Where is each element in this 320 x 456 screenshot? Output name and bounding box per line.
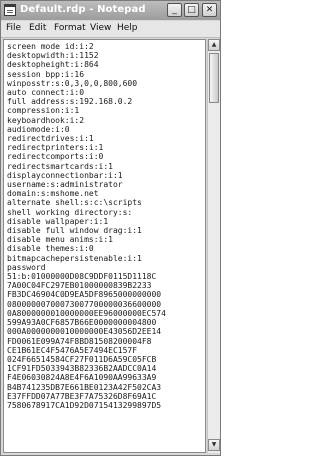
- menu-format[interactable]: Format: [54, 23, 86, 33]
- minimize-button[interactable]: _: [167, 3, 182, 17]
- text-line: session bpp:i:16: [7, 69, 85, 79]
- text-line: password: [7, 262, 46, 272]
- title-bar[interactable]: Default.rdp - Notepad _ □ ✕: [1, 1, 220, 20]
- window-title: Default.rdp - Notepad: [20, 4, 146, 15]
- text-line: B4B741235DB7E661BE0123A42F502CA3: [7, 382, 162, 392]
- text-line: 08000000700073007700000036600000: [7, 299, 162, 309]
- text-line: username:s:administrator: [7, 180, 123, 190]
- text-line: shell working directory:s:: [7, 207, 133, 217]
- text-line: redirectcomports:i:0: [7, 152, 104, 162]
- text-editor[interactable]: screen mode id:i:2 desktopwidth:i:1152 des…: [3, 39, 206, 453]
- text-line: full address:s:192.168.0.2: [7, 97, 133, 107]
- text-line: 1CF91FD5033943B82336B2AADCC0A14: [7, 364, 157, 374]
- text-line: audiomode:i:0: [7, 124, 70, 134]
- text-line: 7580678917CA1D92D0715413299897D5: [7, 400, 162, 410]
- menu-bar: File Edit Format View Help: [1, 21, 220, 38]
- menu-file[interactable]: File: [6, 23, 21, 33]
- text-line: desktopwidth:i:1152: [7, 51, 99, 61]
- text-line: domain:s:mshome.net: [7, 189, 99, 199]
- document-text: screen mode id:i:2 desktopwidth:i:1152 des…: [7, 42, 166, 410]
- vertical-scrollbar[interactable]: ▲ ▼: [207, 39, 220, 453]
- text-line: CE1B61EC4F5476A5E7494EC157F: [7, 345, 138, 355]
- scroll-down-arrow-icon[interactable]: ▼: [208, 439, 220, 451]
- text-line: FD0061E099A74F8BD81508200004F8: [7, 336, 152, 346]
- text-line: alternate shell:s:c:\scripts: [7, 198, 142, 208]
- text-line: 599A93A0CF6857B66E0000000004800: [7, 318, 157, 328]
- text-line: disable full window drag:i:1: [7, 226, 142, 236]
- maximize-button[interactable]: □: [184, 3, 199, 17]
- text-line: displayconnectionbar:i:1: [7, 170, 123, 180]
- text-line: E37FFDD07A77BE3F7A75326D8F69A1C: [7, 391, 157, 401]
- text-line: F4E06030824A8E4F6A1090AA99633A9: [7, 373, 157, 383]
- text-line: FB3DC46904C0D9EA5DF8965000000000: [7, 290, 162, 300]
- text-line: redirectdrives:i:1: [7, 134, 94, 144]
- scroll-up-arrow-icon[interactable]: ▲: [208, 39, 220, 51]
- text-line: keyboardhook:i:2: [7, 115, 85, 125]
- close-button[interactable]: ✕: [202, 3, 217, 17]
- text-line: disable themes:i:0: [7, 244, 94, 254]
- text-line: 0A8000000010000000EE96000000EC574: [7, 308, 166, 318]
- text-line: disable wallpaper:i:1: [7, 216, 109, 226]
- text-line: winposstr:s:0,3,0,0,800,600: [7, 78, 138, 88]
- scroll-thumb[interactable]: [209, 53, 219, 103]
- notepad-window: Default.rdp - Notepad _ □ ✕ File Edit Fo…: [0, 0, 221, 456]
- text-line: screen mode id:i:2: [7, 42, 94, 51]
- text-line: redirectprinters:i:1: [7, 143, 104, 153]
- text-line: compression:i:1: [7, 106, 80, 116]
- text-line: disable menu anims:i:1: [7, 235, 113, 245]
- notepad-icon[interactable]: [4, 4, 16, 16]
- menu-edit[interactable]: Edit: [29, 23, 46, 33]
- text-line: bitmapcachepersistenable:i:1: [7, 253, 142, 263]
- menu-view[interactable]: View: [90, 23, 111, 33]
- text-line: 7A00C04FC297EB01000000839B2233: [7, 281, 152, 291]
- menu-help[interactable]: Help: [117, 23, 138, 33]
- text-line: desktopheight:i:864: [7, 60, 99, 70]
- text-line: redirectsmartcards:i:1: [7, 161, 113, 171]
- text-line: 024F66514584CF27F011D6A59C05FCB: [7, 354, 157, 364]
- text-line: 51:b:01000000D08C9DDF0115D1118C: [7, 272, 157, 282]
- text-line: 000A0000000010000000E43056D2EE14: [7, 327, 162, 337]
- text-line: auto connect:i:0: [7, 88, 85, 98]
